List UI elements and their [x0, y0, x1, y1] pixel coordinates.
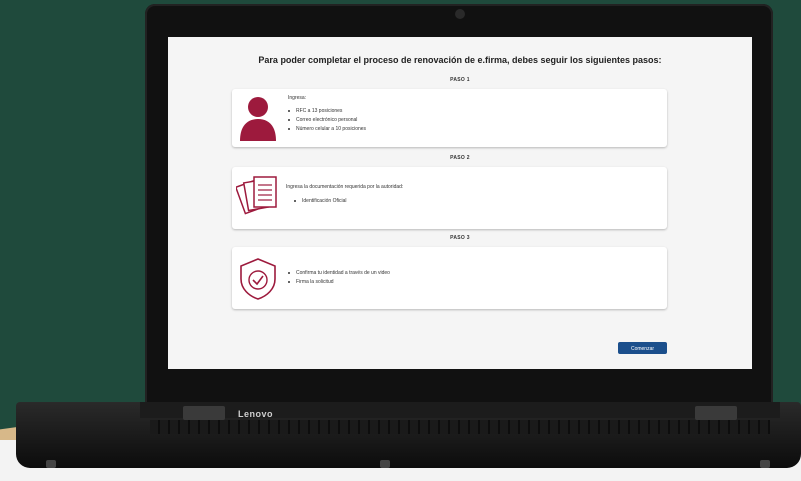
step-3-card: Confirma tu identidad a través de un vid… [232, 247, 667, 309]
step-1-intro: Ingresa: [288, 95, 307, 101]
list-item: Confirma tu identidad a través de un vid… [288, 269, 390, 278]
laptop-foot-left [46, 460, 56, 468]
shield-check-icon [240, 258, 276, 300]
webcam-icon [455, 9, 465, 19]
step-1-card: Ingresa: RFC a 13 posiciones Correo elec… [232, 89, 667, 147]
hinge-left [183, 406, 225, 420]
documents-icon [236, 176, 277, 215]
step-2-card: Ingresa la documentación requerida por l… [232, 167, 667, 229]
laptop-foot-right [760, 460, 770, 468]
step-2-intro: Ingresa la documentación requerida por l… [286, 184, 404, 190]
laptop-base-lip [140, 402, 780, 418]
laptop-screen: Para poder completar el proceso de renov… [168, 37, 752, 369]
hinge-right [695, 406, 737, 420]
step-2-label: PASO 2 [450, 155, 470, 161]
step-1-label: PASO 1 [450, 77, 470, 83]
laptop-foot-center [380, 460, 390, 468]
list-item: Identificación Oficial [294, 197, 346, 206]
user-icon [240, 97, 276, 141]
list-item: RFC a 13 posiciones [288, 107, 366, 116]
page-title: Para poder completar el proceso de renov… [258, 55, 662, 65]
step-3-label: PASO 3 [450, 235, 470, 241]
comenzar-button[interactable]: Comenzar [618, 342, 667, 354]
laptop-brand-logo: Lenovo [238, 409, 274, 419]
list-item: Firma la solicitud [288, 278, 390, 287]
list-item: Correo electrónico personal [288, 116, 366, 125]
keyboard [150, 420, 770, 434]
list-item: Número celular a 10 posiciones [288, 125, 366, 134]
